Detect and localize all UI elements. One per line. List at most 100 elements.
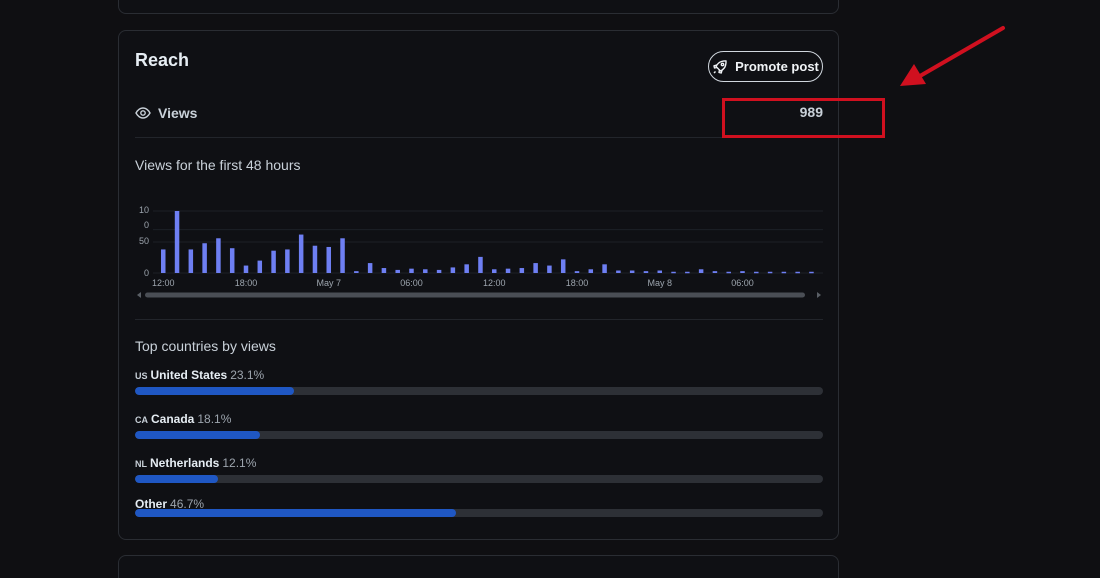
chart-bar — [409, 268, 414, 273]
chart-bar — [505, 268, 511, 273]
country-bar-track — [135, 387, 823, 395]
country-row-us: US United States 23.1% — [135, 368, 823, 395]
country-row-nl: NL Netherlands 12.1% — [135, 456, 823, 483]
next-card — [118, 555, 839, 578]
country-bar-fill — [135, 509, 457, 517]
chart-bar — [657, 270, 662, 273]
chart-bar — [643, 271, 649, 273]
chart-bar — [629, 270, 635, 273]
chart-bar — [533, 263, 538, 273]
chart-bar — [271, 250, 276, 273]
chart-bar — [712, 271, 718, 273]
chart-bar — [174, 211, 180, 273]
chart-bar — [671, 271, 676, 274]
country-label: US United States 23.1% — [135, 368, 823, 384]
country-name: Canada — [151, 412, 195, 426]
country-bar-fill — [135, 387, 294, 395]
chart-y-tick-label: 0 — [144, 268, 149, 278]
chart-bar — [161, 249, 166, 273]
promote-post-label: Promote post — [735, 59, 819, 74]
divider — [135, 137, 823, 138]
chart-bar — [726, 271, 731, 274]
chart-x-tick-label: 18:00 — [566, 278, 589, 288]
chart-x-tick-label: 18:00 — [235, 278, 258, 288]
country-bar-fill — [135, 431, 260, 439]
chart-bar — [616, 270, 621, 273]
country-code: CA — [135, 415, 148, 425]
eye-icon — [135, 105, 151, 121]
chart-bar — [367, 263, 373, 273]
previous-card — [118, 0, 839, 14]
chart-bar — [216, 238, 221, 273]
chart-bar — [464, 264, 469, 273]
views-label: Views — [158, 105, 198, 121]
country-bar-track — [135, 475, 823, 483]
chart-bar — [395, 269, 400, 273]
chart-bar — [767, 271, 773, 274]
chart-x-tick-label: May 8 — [647, 278, 672, 288]
views-row: Views 989 — [135, 102, 823, 126]
chart-bar — [560, 259, 566, 273]
chart-bar — [781, 271, 787, 274]
country-label: CA Canada 18.1% — [135, 412, 823, 428]
country-label: NL Netherlands 12.1% — [135, 456, 823, 472]
chart-bar — [809, 271, 814, 274]
chart-bar — [340, 238, 345, 273]
chart-bar — [795, 271, 800, 274]
chart-bar — [519, 268, 525, 273]
chart-bar — [754, 271, 759, 274]
country-bar-fill — [135, 475, 219, 483]
chart-bar — [202, 243, 207, 273]
countries-title: Top countries by views — [135, 338, 276, 354]
divider — [135, 319, 823, 320]
promote-post-button[interactable]: Promote post — [708, 51, 823, 82]
chart-y-tick-label: 10 — [139, 205, 149, 215]
chart-x-tick-label: May 7 — [316, 278, 341, 288]
country-percentage: 18.1% — [197, 412, 232, 426]
rocket-icon — [712, 59, 728, 75]
country-name: United States — [150, 368, 228, 382]
views-chart: 10 0 50 0 12:00 18:00 May 7 06:00 12:00 18:00 May … — [133, 201, 825, 303]
chart-bar — [326, 246, 331, 273]
country-percentage: 23.1% — [230, 368, 265, 382]
chart-bar — [243, 265, 249, 273]
highlight-box — [722, 98, 885, 138]
chart-x-tick-label: 06:00 — [731, 278, 754, 288]
chart-bar — [188, 249, 194, 273]
reach-title: Reach — [135, 50, 190, 70]
country-percentage: 12.1% — [222, 456, 257, 470]
country-row-ca: CA Canada 18.1% — [135, 412, 823, 439]
country-code: NL — [135, 459, 147, 469]
chart-bar — [740, 271, 745, 273]
chart-bar — [312, 245, 318, 273]
chart-y-tick-label: 0 — [144, 220, 149, 230]
country-name: Netherlands — [150, 456, 220, 470]
chart-bar — [381, 268, 387, 273]
scroll-left-arrow — [137, 292, 141, 298]
chart-bar — [478, 256, 483, 273]
chart-bar — [685, 271, 690, 274]
chart-title: Views for the first 48 hours — [135, 157, 301, 173]
chart-x-tick-label: 12:00 — [152, 278, 175, 288]
chart-bar — [588, 269, 594, 273]
annotation-arrow — [900, 26, 1005, 86]
chart-bar — [257, 260, 263, 273]
chart-bar — [285, 249, 290, 273]
chart-bar — [698, 269, 704, 273]
chart-bar — [450, 267, 456, 273]
chart-bar — [547, 265, 552, 273]
country-code: US — [135, 371, 148, 381]
chart-x-tick-label: 12:00 — [483, 278, 506, 288]
chart-y-tick-label: 50 — [139, 236, 149, 246]
chart-bar — [354, 271, 359, 273]
chart-bar — [602, 264, 607, 273]
chart-x-tick-label: 06:00 — [400, 278, 423, 288]
chart-bar — [436, 269, 442, 273]
scroll-right-arrow — [817, 292, 821, 298]
country-bar-track — [135, 431, 823, 439]
views-chart-svg: 10050012:00 18:00 May 7 06:00 12:00 18:00 May … — [137, 205, 823, 298]
chart-bar — [423, 269, 428, 273]
country-bar-track — [135, 509, 823, 517]
chart-scrollbar-thumb — [145, 292, 805, 298]
country-row-other: Other 46.7% — [135, 497, 823, 517]
